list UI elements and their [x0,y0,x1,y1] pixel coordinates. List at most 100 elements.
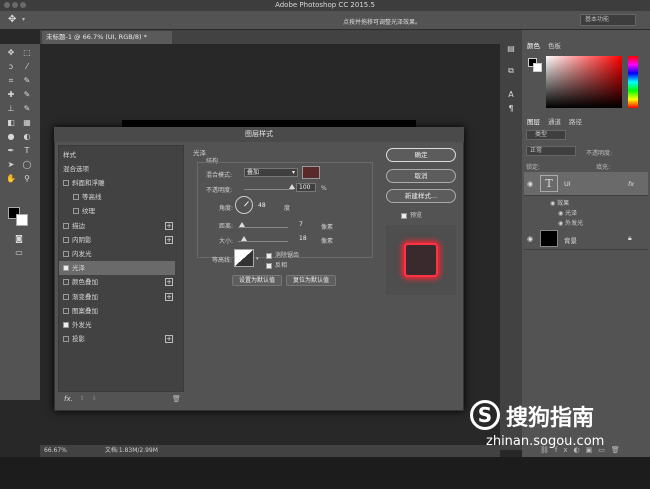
distance-input[interactable]: 7 [296,220,318,229]
properties-panel-icon[interactable]: ⧉ [506,66,516,76]
clone-stamp-icon[interactable]: ⊥ [6,104,16,114]
style-item[interactable]: 纹理 [59,204,175,218]
antialias-checkbox[interactable]: 消除锯齿 [266,250,299,259]
history-panel-icon[interactable]: ▤ [506,44,516,54]
style-item-checkbox[interactable] [63,180,69,186]
color-field[interactable] [546,56,622,108]
style-item[interactable]: 颜色叠加 [59,275,175,289]
move-down-icon[interactable]: ⇩ [92,395,97,402]
effect-satin[interactable]: ◉ 光泽 [558,208,577,217]
style-item[interactable]: 斜面和浮雕 [59,176,175,190]
tool-preset-dropdown-icon[interactable]: ▾ [22,16,25,23]
style-item-checkbox[interactable] [63,293,69,300]
style-item-checkbox[interactable] [63,251,69,257]
layer-blend-mode[interactable]: 正常 [526,146,576,156]
tab-color[interactable]: 颜色 [527,40,540,50]
style-item[interactable]: 描边 [59,219,175,233]
gradient-icon[interactable]: ▦ [22,118,32,128]
eye-icon[interactable]: ◉ [527,235,533,243]
layer-row-background[interactable]: ◉ 背景 🔒︎ [524,228,648,250]
effect-outer-glow[interactable]: ◉ 外发光 [558,218,583,227]
ok-button[interactable]: 确定 [386,148,456,162]
tab-swatches[interactable]: 色板 [548,40,561,50]
path-selection-icon[interactable]: ➤ [6,160,16,170]
set-default-button[interactable]: 设置为默认值 [232,275,282,286]
history-brush-icon[interactable]: ✎ [22,104,32,114]
style-item[interactable]: 图案叠加 [59,304,175,318]
reset-default-button[interactable]: 复位为默认值 [286,275,336,286]
blend-mode-select[interactable]: 叠加 ▾ [244,168,298,177]
antialias-box[interactable] [266,252,272,259]
style-item-checkbox[interactable] [73,208,79,215]
quick-mask-icon[interactable]: ◙ [14,234,24,244]
blur-icon[interactable]: ● [6,132,16,142]
zoom-level[interactable]: 66.67% [44,447,67,454]
tab-paths[interactable]: 路径 [569,116,582,126]
blend-options-item[interactable]: 混合选项 [59,162,175,176]
tab-channels[interactable]: 通道 [548,116,561,126]
angle-input[interactable]: 48 [255,201,277,210]
opacity-slider-track[interactable] [244,189,294,190]
type-icon[interactable]: T [22,146,32,156]
style-item[interactable]: 内阴影 [59,233,175,247]
panel-background-swatch[interactable] [533,63,542,72]
eye-icon[interactable]: ◉ [527,180,533,188]
paragraph-panel-icon[interactable]: ¶ [506,104,516,114]
hue-slider[interactable] [628,56,638,108]
dodge-icon[interactable]: ◐ [22,132,32,142]
style-item-checkbox[interactable] [63,222,69,229]
effects-group[interactable]: ◉ 效果 [550,198,569,207]
workspace-selector[interactable]: 基本功能 [580,14,636,26]
angle-dial[interactable] [235,196,253,214]
style-item-checkbox[interactable] [73,194,79,201]
invert-box[interactable] [266,262,272,269]
distance-slider-thumb[interactable] [239,222,245,227]
dialog-title-bar[interactable]: 图层样式 [54,127,464,142]
size-slider-thumb[interactable] [241,236,247,241]
add-effect-icon[interactable]: + [165,335,173,344]
size-input[interactable]: 18 [296,234,318,243]
style-item-checkbox[interactable] [63,336,69,343]
character-panel-icon[interactable]: A [506,90,516,100]
opacity-input[interactable]: 100 [296,183,316,192]
style-item-checkbox[interactable] [63,265,69,272]
layer-filter-select[interactable]: 类型 [526,130,566,140]
magic-wand-icon[interactable]: ⁄ [22,62,32,72]
contour-preview[interactable] [234,249,254,267]
style-item[interactable]: 内发光 [59,247,175,261]
add-effect-icon[interactable]: + [165,278,173,287]
style-item[interactable]: 等高线 [59,190,175,204]
move-icon[interactable]: ✥ [6,48,16,58]
pen-icon[interactable]: ✒ [6,146,16,156]
contour-dropdown-icon[interactable]: ▾ [256,256,259,262]
distance-slider-track[interactable] [238,227,288,228]
background-color-swatch[interactable] [16,214,28,226]
layer-row-ui[interactable]: ◉ T UI fx [524,172,648,196]
style-item-checkbox[interactable] [63,279,69,286]
hand-icon[interactable]: ✋ [6,174,16,184]
style-item-checkbox[interactable] [63,236,69,243]
eraser-icon[interactable]: ◧ [6,118,16,128]
lasso-icon[interactable]: ↄ [6,62,16,72]
window-controls[interactable] [4,2,34,9]
fx-menu-button[interactable]: fx. [64,395,73,403]
add-effect-icon[interactable]: + [165,235,173,244]
move-up-icon[interactable]: ⇧ [80,395,85,402]
opacity-slider-thumb[interactable] [289,184,295,189]
zoom-icon[interactable]: ⚲ [22,174,32,184]
shape-icon[interactable]: ◯ [22,160,32,170]
preview-box[interactable] [401,212,407,219]
eyedropper-icon[interactable]: ✎ [22,76,32,86]
style-item[interactable]: 渐变叠加 [59,290,175,304]
document-tab[interactable]: 未标题-1 @ 66.7% (UI, RGB/8) * [42,31,172,44]
crop-icon[interactable]: ⌗ [6,76,16,86]
new-style-button[interactable]: 新建样式... [386,189,456,203]
style-item[interactable]: 投影 [59,332,175,346]
style-item-checkbox[interactable] [63,322,69,328]
move-tool-icon[interactable]: ✥ [8,14,16,25]
marquee-icon[interactable]: ⬚ [22,48,32,58]
fx-badge[interactable]: fx [628,180,634,188]
trash-icon[interactable]: 🗑︎ [172,395,181,403]
style-item[interactable]: 外发光 [59,318,175,332]
preview-checkbox[interactable]: 预览 [401,210,422,219]
